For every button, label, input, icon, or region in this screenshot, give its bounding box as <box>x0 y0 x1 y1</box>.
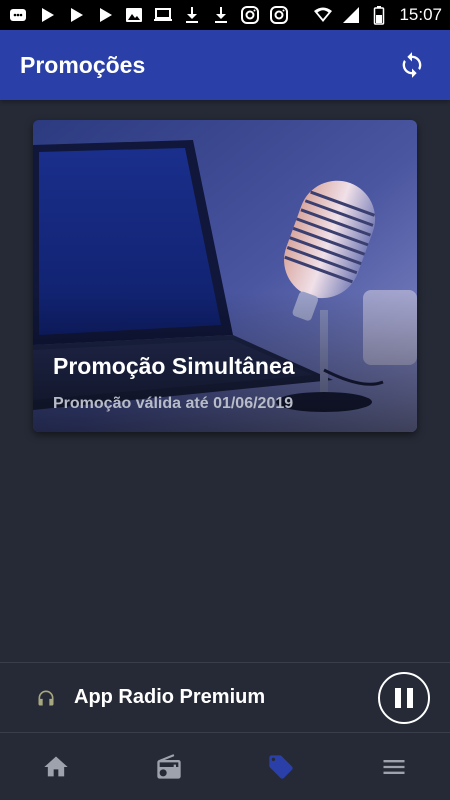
laptop-icon <box>153 5 173 25</box>
wifi-icon <box>313 5 333 25</box>
nav-item-radio[interactable] <box>113 733 226 800</box>
play-icon <box>66 5 86 25</box>
station-name: App Radio Premium <box>74 686 266 708</box>
image-icon <box>124 5 144 25</box>
download-icon <box>182 5 202 25</box>
bottom-nav <box>0 732 450 800</box>
promotion-title: Promoção Simultânea <box>53 353 295 379</box>
battery-icon <box>369 5 389 25</box>
status-time: 15:07 <box>399 5 442 24</box>
play-icon <box>37 5 57 25</box>
nav-item-promotions[interactable] <box>225 733 338 800</box>
page-title: Promoções <box>20 51 146 78</box>
home-icon <box>44 756 68 776</box>
play-icon <box>95 5 115 25</box>
promotion-validity: Promoção válida até 01/06/2019 <box>53 395 294 412</box>
download-icon <box>211 5 231 25</box>
tag-icon <box>269 754 293 779</box>
instagram-icon <box>240 5 260 25</box>
chat-icon <box>8 5 28 25</box>
instagram-icon <box>269 5 289 25</box>
promotion-card[interactable]: Promoção Simultânea Promoção válida até … <box>33 120 417 432</box>
player-bar: App Radio Premium <box>0 662 450 732</box>
nav-item-home[interactable] <box>0 733 113 800</box>
headphones-icon <box>36 688 56 708</box>
app-bar: Promoções <box>0 30 450 100</box>
signal-icon <box>341 5 361 25</box>
status-bar: 15:07 <box>0 0 450 30</box>
nav-item-menu[interactable] <box>338 733 450 800</box>
pause-button[interactable] <box>378 671 430 724</box>
refresh-icon <box>402 52 422 78</box>
refresh-button[interactable] <box>394 47 430 83</box>
pause-icon <box>395 687 413 708</box>
menu-icon <box>383 759 405 774</box>
radio-icon <box>157 753 181 779</box>
